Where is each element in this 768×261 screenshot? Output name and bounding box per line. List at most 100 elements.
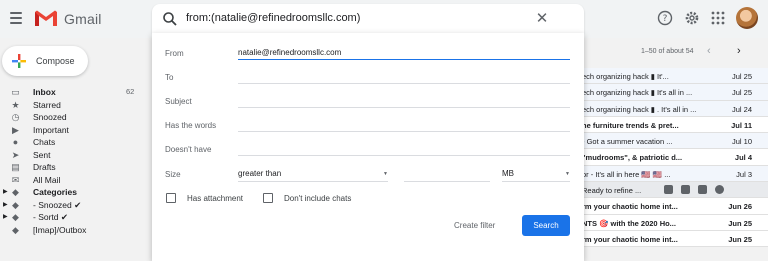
sidebar-item-inbox[interactable]: ▭ Inbox 62 [0, 86, 140, 99]
sidebar-item-sent[interactable]: ➤ Sent [0, 149, 140, 162]
label-icon: ◆ [12, 187, 19, 197]
size-operator-select[interactable]: greater than ▼ [238, 169, 388, 181]
compose-button[interactable]: Compose [2, 46, 88, 76]
search-icon[interactable] [162, 11, 178, 27]
message-date: Jul 25 [731, 88, 752, 98]
table-row[interactable]: or - It's all in here 🇺🇸 🇺🇸 ... Jul 3 [580, 165, 768, 183]
table-row[interactable]: "mudrooms", & patriotic d... Jul 4 [580, 149, 768, 166]
to-field[interactable] [238, 83, 570, 84]
message-subject: - Got a summer vacation ... [582, 137, 673, 147]
from-field[interactable]: natalie@refinedroomsllc.com [238, 48, 341, 57]
expand-caret-icon[interactable]: ▶ [3, 201, 8, 208]
create-filter-button[interactable]: Create filter [454, 221, 495, 230]
sidebar-item-drafts[interactable]: ▤ Drafts [0, 161, 140, 174]
message-subject: or - It's all in here 🇺🇸 🇺🇸 ... [582, 169, 671, 179]
message-date: Jun 26 [728, 202, 752, 212]
mark-read-icon[interactable] [698, 185, 707, 195]
important-icon: ▶ [12, 124, 19, 135]
dont-include-chats-checkbox[interactable] [263, 193, 273, 203]
doesnt-have-field[interactable] [238, 155, 570, 156]
table-row[interactable]: rm your chaotic home int... Jun 25 [580, 230, 768, 248]
sidebar-item-label: Categories [33, 187, 77, 197]
table-row[interactable]: ech organizing hack ▮ It's all in ... Jul… [580, 84, 768, 101]
sidebar-item-label: Chats [33, 137, 56, 147]
message-subject: "mudrooms", & patriotic d... [582, 153, 683, 163]
gmail-logo-icon[interactable] [34, 9, 58, 27]
to-label: To [165, 73, 174, 82]
archive-icon[interactable] [664, 185, 673, 195]
app-name: Gmail [64, 11, 102, 27]
table-row[interactable]: Ready to refine ... [580, 182, 768, 199]
inbox-icon: ▭ [11, 87, 20, 97]
unread-count: 62 [126, 87, 135, 96]
sidebar-item-label: Sent [33, 149, 51, 160]
table-row[interactable]: he furniture trends & pret... Jul 11 [580, 116, 768, 134]
avatar[interactable] [736, 7, 758, 29]
apps-grid-icon[interactable] [710, 10, 726, 26]
size-value-field[interactable] [404, 181, 490, 182]
search-input[interactable]: from:(natalie@refinedroomsllc.com) [186, 12, 360, 24]
search-bar[interactable]: from:(natalie@refinedroomsllc.com) ✕ [152, 4, 584, 33]
sidebar-item-categories[interactable]: ▶ ◆ Categories [0, 186, 140, 199]
gear-icon[interactable] [684, 10, 700, 26]
gmail-window: Gmail from:(natalie@refinedroomsllc.com)… [0, 0, 768, 261]
size-operator-value: greater than [238, 169, 282, 178]
subject-label: Subject [165, 97, 192, 106]
sidebar-item-label: Snoozed [33, 112, 67, 122]
message-date: Jul 24 [731, 104, 752, 114]
table-row[interactable]: ech organizing hack ▮ It'... Jul 25 [580, 68, 768, 85]
message-date: Jun 25 [728, 218, 752, 228]
message-date: Jul 3 [736, 169, 752, 179]
sidebar-item-all-mail[interactable]: ✉ All Mail [0, 174, 140, 187]
clock-icon: ◷ [11, 112, 20, 122]
table-row[interactable]: rm your chaotic home int... Jun 26 [580, 198, 768, 215]
dropdown-arrow-icon: ▼ [383, 171, 388, 177]
message-date: Jul 4 [734, 153, 752, 163]
chevron-right-icon[interactable]: › [737, 45, 741, 57]
table-row[interactable]: ech organizing hack ▮ . It's all in ... J… [580, 100, 768, 117]
sidebar-item-imap-outbox[interactable]: ◆ [Imap]/Outbox [0, 224, 140, 237]
label-icon: ◆ [12, 212, 19, 222]
sidebar-item-important[interactable]: ▶ Important [0, 124, 140, 137]
table-row[interactable]: NTS 🎯 with the 2020 Ho... Jun 25 [580, 214, 768, 231]
main-menu-icon[interactable] [10, 12, 22, 24]
table-row[interactable]: - Got a summer vacation ... Jul 10 [580, 133, 768, 150]
help-icon[interactable]: ? [657, 10, 673, 26]
size-unit-select[interactable]: MB ▼ [502, 169, 570, 181]
message-list: ech organizing hack ▮ It'... Jul 25 ech o… [580, 68, 768, 248]
sidebar-item-snoozed-label[interactable]: ▶ ◆ - Snoozed ✔ [0, 199, 140, 212]
message-date: Jun 25 [728, 234, 752, 244]
subject-field[interactable] [238, 107, 570, 108]
message-subject: he furniture trends & pret... [582, 120, 679, 130]
size-unit-underline [502, 181, 570, 182]
has-attachment-checkbox[interactable] [166, 193, 176, 203]
message-subject: NTS 🎯 with the 2020 Ho... [582, 218, 676, 228]
expand-caret-icon[interactable]: ▶ [3, 213, 8, 220]
dropdown-arrow-icon: ▼ [565, 171, 570, 177]
sidebar-item-chats[interactable]: ● Chats [0, 136, 140, 149]
doesnt-have-label: Doesn't have [165, 145, 212, 154]
expand-caret-icon[interactable]: ▶ [3, 188, 8, 195]
pagination-text: 1–50 of about 54 [641, 48, 694, 55]
plus-icon [12, 54, 26, 68]
sidebar-item-snoozed[interactable]: ◷ Snoozed [0, 111, 140, 124]
chat-icon: ● [12, 137, 19, 147]
sidebar-item-starred[interactable]: ★ Starred [0, 99, 140, 112]
chevron-left-icon[interactable]: ‹ [707, 45, 711, 57]
sidebar-item-label: [Imap]/Outbox [33, 224, 87, 235]
message-date: Jul 25 [731, 72, 752, 81]
snooze-icon[interactable] [715, 185, 724, 195]
search-button[interactable]: Search [522, 215, 570, 236]
has-words-field[interactable] [238, 131, 570, 132]
message-subject: rm your chaotic home int... [582, 202, 678, 212]
message-subject: rm your chaotic home int... [582, 234, 678, 244]
sidebar-nav: ▭ Inbox 62 ★ Starred ◷ Snoozed ▶ Importa… [0, 86, 140, 236]
has-words-label: Has the words [165, 121, 217, 130]
delete-icon[interactable] [681, 185, 690, 195]
dont-include-chats-label: Don't include chats [284, 194, 352, 203]
sidebar-item-sortd-label[interactable]: ▶ ◆ - Sortd ✔ [0, 211, 140, 224]
sidebar-item-label: All Mail [33, 174, 61, 185]
list-toolbar: 1–50 of about 54 ‹ › [584, 44, 768, 60]
close-icon[interactable]: ✕ [534, 11, 550, 27]
label-icon: ◆ [12, 199, 19, 210]
